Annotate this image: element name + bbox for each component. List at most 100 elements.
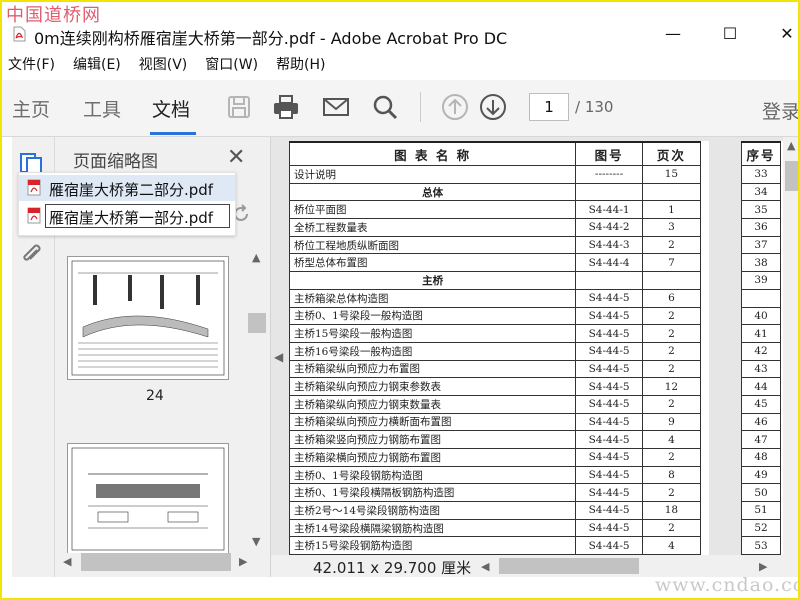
- cell-name: 主桥: [288, 271, 577, 290]
- table-row: 桥型总体布置图 S4-44-4 7: [288, 253, 702, 273]
- cell-seq: 47: [741, 430, 781, 449]
- thumbnail-scrollbar[interactable]: ▲ ▼: [248, 249, 266, 549]
- table-row: 桥位平面图 S4-44-1 1: [288, 200, 702, 220]
- cell-seq: [741, 288, 781, 308]
- thumbnail-hscrollbar[interactable]: ◀ ▶: [55, 553, 255, 571]
- cell-code: [575, 182, 643, 202]
- document-scrollbar[interactable]: ▲: [783, 137, 800, 555]
- cell-pages: 2: [641, 394, 702, 414]
- cell-seq: 44: [741, 377, 781, 396]
- cell-code: S4-44-5: [575, 430, 643, 449]
- tab-home[interactable]: 主页: [12, 95, 50, 122]
- close-window-button[interactable]: ✕: [777, 24, 797, 43]
- close-panel-icon[interactable]: ✕: [227, 145, 245, 170]
- next-page-icon[interactable]: [478, 92, 508, 122]
- cell-pages: [641, 271, 702, 290]
- page-thumbnail-25[interactable]: [67, 443, 229, 555]
- cell-pages: 7: [641, 253, 702, 273]
- cell-name: 主桥0、1号梁段一般构造图: [288, 306, 577, 326]
- cell-pages: 8: [641, 465, 702, 485]
- cell-seq: 33: [741, 165, 781, 184]
- search-icon[interactable]: [370, 92, 400, 122]
- cell-name: 主桥0、1号梁段横隔板钢筋构造图: [288, 483, 577, 503]
- header-seq: 序号: [741, 141, 781, 166]
- pdf-file-icon: [13, 26, 26, 42]
- file-item-part2[interactable]: 雁宿崖大桥第二部分.pdf: [19, 175, 235, 201]
- table-row: 51: [741, 501, 781, 520]
- menu-file[interactable]: 文件(F): [8, 54, 55, 78]
- cell-pages: 15: [641, 165, 702, 184]
- page-size: 42.011 x 29.700 厘米: [313, 559, 472, 577]
- table-row: 主桥箱梁竖向预应力钢筋布置图 S4-44-5 4: [288, 430, 702, 449]
- cell-name: 主桥15号梁段一般构造图: [288, 324, 577, 343]
- page-number-input[interactable]: 1: [529, 93, 569, 121]
- maximize-button[interactable]: ☐: [720, 24, 740, 43]
- cell-seq: 49: [741, 465, 781, 485]
- file-item-part1[interactable]: 雁宿崖大桥第一部分.pdf: [19, 203, 235, 229]
- menu-window[interactable]: 窗口(W): [205, 54, 258, 78]
- cell-pages: 6: [641, 288, 702, 308]
- scroll-left-icon[interactable]: ◀: [481, 560, 489, 573]
- table-row: 52: [741, 518, 781, 538]
- document-scroll-thumb[interactable]: [785, 161, 798, 191]
- table-row: 41: [741, 324, 781, 343]
- document-hscroll-thumb[interactable]: [499, 558, 639, 574]
- save-icon[interactable]: [224, 92, 254, 122]
- menu-view[interactable]: 视图(V): [139, 54, 188, 78]
- thumbnail-hscroll-thumb[interactable]: [81, 553, 231, 571]
- login-button[interactable]: 登录: [762, 97, 800, 124]
- table-row: 48: [741, 448, 781, 467]
- pdf-file-icon: [27, 179, 41, 196]
- cell-code: S4-44-5: [575, 483, 643, 503]
- table-row: 47: [741, 430, 781, 449]
- table-row: 主桥箱梁横向预应力钢筋布置图 S4-44-5 2: [288, 448, 702, 467]
- scroll-right-icon[interactable]: ▶: [759, 560, 767, 573]
- active-tab-indicator: [150, 132, 196, 135]
- cell-seq: 52: [741, 518, 781, 538]
- table-row: 主桥箱梁纵向预应力钢束参数表 S4-44-5 12: [288, 377, 702, 396]
- print-icon[interactable]: [271, 92, 301, 122]
- cell-pages: 2: [641, 483, 702, 503]
- cell-seq: 38: [741, 253, 781, 273]
- table-row: 主桥14号梁段横隔梁钢筋构造图 S4-44-5 2: [288, 518, 702, 538]
- table-row: 主桥0、1号梁段钢筋构造图 S4-44-5 8: [288, 465, 702, 485]
- cell-pages: 2: [641, 235, 702, 255]
- document-view[interactable]: 图 表 名 称 图号 页次 设计说明 -------- 15 总体 桥位平面图 S4-44…: [271, 137, 800, 577]
- cell-code: S4-44-5: [575, 306, 643, 326]
- watermark-bottom: www.cndao.com: [655, 574, 800, 596]
- cell-code: S4-44-5: [575, 394, 643, 414]
- tab-document[interactable]: 文档: [152, 95, 190, 122]
- table-row: 36: [741, 218, 781, 237]
- pdf-page: 图 表 名 称 图号 页次 设计说明 -------- 15 总体 桥位平面图 S4-44…: [288, 141, 709, 577]
- cell-pages: 2: [641, 359, 702, 379]
- page-thumbnail-24[interactable]: [67, 256, 229, 380]
- cell-name: 总体: [288, 182, 577, 202]
- header-name: 图 表 名 称: [288, 141, 577, 166]
- cell-seq: 51: [741, 501, 781, 520]
- tab-tools[interactable]: 工具: [83, 95, 121, 122]
- cell-code: S4-44-5: [575, 501, 643, 520]
- table-row: 45: [741, 394, 781, 414]
- cell-seq: 50: [741, 483, 781, 503]
- menu-help[interactable]: 帮助(H): [276, 54, 325, 78]
- email-icon[interactable]: [321, 92, 351, 122]
- attachment-icon[interactable]: [18, 241, 46, 269]
- previous-page-icon[interactable]: [440, 92, 470, 122]
- table-row: 主桥0、1号梁段横隔板钢筋构造图 S4-44-5 2: [288, 483, 702, 503]
- cell-name: 桥型总体布置图: [288, 253, 577, 273]
- pdf-file-icon: [27, 207, 41, 224]
- thumbnail-scroll-thumb[interactable]: [248, 313, 266, 333]
- table-row: 44: [741, 377, 781, 396]
- table-row: 42: [741, 341, 781, 361]
- cell-seq: 43: [741, 359, 781, 379]
- table-row: 桥位工程地质纵断面图 S4-44-3 2: [288, 235, 702, 255]
- table-row: 38: [741, 253, 781, 273]
- cell-name: 主桥0、1号梁段钢筋构造图: [288, 465, 577, 485]
- cell-name: 全桥工程数量表: [288, 218, 577, 237]
- collapse-panel-icon[interactable]: ◀: [274, 350, 283, 364]
- menu-edit[interactable]: 编辑(E): [73, 54, 121, 78]
- minimize-button[interactable]: —: [663, 24, 683, 43]
- thumbnail-page-number: 24: [146, 388, 164, 404]
- cell-seq: 40: [741, 306, 781, 326]
- cell-code: S4-44-5: [575, 341, 643, 361]
